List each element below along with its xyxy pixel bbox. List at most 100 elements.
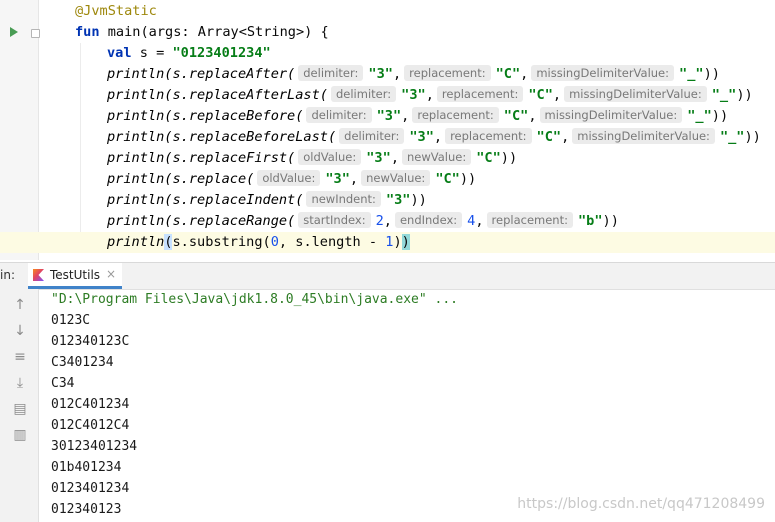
member-call: (s.replaceFirst( <box>164 150 296 166</box>
arg-value: "3" <box>401 87 426 103</box>
code-line-call[interactable]: println(s.replaceFirst(oldValue: "3", newV… <box>0 148 775 169</box>
console-line: 012340123 <box>51 502 122 517</box>
arg-value: "C" <box>495 66 521 82</box>
code-line-call[interactable]: println(s.replace(oldValue: "3", newValue:… <box>0 169 775 190</box>
param-hint: replacement: <box>436 86 524 102</box>
arg-value: "3" <box>409 129 434 145</box>
up-arrow-icon[interactable]: ↑ <box>12 297 28 313</box>
arg-value: "C" <box>503 108 529 124</box>
println-fn: println <box>107 66 165 82</box>
println-fn: println <box>107 129 165 145</box>
member-call: (s.replaceBefore( <box>164 108 304 124</box>
string-literal: "0123401234" <box>172 45 271 61</box>
arg-value: "_" <box>711 87 737 103</box>
code-line-call[interactable]: println(s.replaceRange(startIndex: 2, endI… <box>0 211 775 232</box>
annotation-text: @JvmStatic <box>75 3 157 19</box>
paren-close: ) <box>393 234 402 250</box>
tab-label: TestUtils <box>50 268 101 282</box>
arg-value: "_" <box>687 108 712 124</box>
run-toolbar: ↑ ↓ ≡ ⤓ ▤ ▥ <box>0 289 39 522</box>
console-line: 0123401234 <box>51 481 130 496</box>
arg-separator: )) <box>736 87 753 103</box>
member-call: (s.replaceAfter( <box>164 66 296 82</box>
console-output[interactable]: "D:\Program Files\Java\jdk1.8.0_45\bin\j… <box>38 289 775 522</box>
param-hint: replacement: <box>404 65 491 81</box>
code-editor[interactable]: @JvmStatic fun main(args: Array<String>)… <box>0 0 775 260</box>
param-hint: missingDelimiterValue: <box>572 128 715 144</box>
param-hint: missingDelimiterValue: <box>564 86 707 102</box>
console-line: 012340123C <box>51 334 130 349</box>
param-hint: startIndex: <box>298 212 371 228</box>
code-line-call[interactable]: println(s.replaceAfter(delimiter: "3", rep… <box>0 64 775 85</box>
param-hint: missingDelimiterValue: <box>539 107 683 123</box>
println-fn: println <box>107 234 165 250</box>
arg-value: "C" <box>536 129 562 145</box>
arg-separator: )) <box>703 66 720 82</box>
arg-separator: , <box>561 129 570 145</box>
console-line: 01b401234 <box>51 460 122 475</box>
arg-separator: , <box>390 150 399 166</box>
console-line: 012C401234 <box>51 397 130 412</box>
param-hint: replacement: <box>445 128 532 144</box>
code-line-call[interactable]: println(s.replaceBefore(delimiter: "3", re… <box>0 106 775 127</box>
arg-value: 2 <box>375 213 384 229</box>
print-icon[interactable]: ▤ <box>12 401 28 417</box>
paren-close-matched: ) <box>401 234 410 250</box>
soft-wrap-icon[interactable]: ≡ <box>12 349 28 365</box>
code-line-call[interactable]: println(s.replaceIndent(newIndent: "3")) <box>0 190 775 211</box>
member-call: (s.replaceAfterLast( <box>164 87 328 103</box>
arg-separator: , <box>349 171 359 187</box>
member-call: (s.replaceRange( <box>164 213 296 229</box>
param-hint: newIndent: <box>306 191 381 207</box>
arg-value: "3" <box>368 66 393 82</box>
val-decl: s = <box>131 45 173 61</box>
code-line-call[interactable]: println(s.replaceBeforeLast(delimiter: "3… <box>0 127 775 148</box>
substring-call: s.substring( <box>172 234 271 250</box>
arg-value: "_" <box>719 129 745 145</box>
arg-value: "b" <box>577 213 603 229</box>
trash-icon[interactable]: ▥ <box>12 427 28 443</box>
main-signature: main(args: Array<String>) { <box>99 24 329 40</box>
watermark: https://blog.csdn.net/qq471208499 <box>517 496 765 512</box>
println-fn: println <box>107 87 165 103</box>
println-fn: println <box>107 171 165 187</box>
println-fn: println <box>107 192 165 208</box>
run-tabbar: in: TestUtils × <box>0 262 775 290</box>
code-line-annotation[interactable]: @JvmStatic <box>0 1 775 22</box>
code-line-val[interactable]: val s = "0123401234" <box>0 43 775 64</box>
param-hint: oldValue: <box>298 149 362 165</box>
arg-value: "C" <box>435 171 460 187</box>
console-command: "D:\Program Files\Java\jdk1.8.0_45\bin\j… <box>51 292 458 307</box>
param-hint: endIndex: <box>394 212 463 228</box>
code-line-call[interactable]: println(s.replaceAfterLast(delimiter: "3"… <box>0 85 775 106</box>
println-fn: println <box>107 108 165 124</box>
arg-separator: , <box>552 87 562 103</box>
arg-value: "3" <box>325 171 350 187</box>
arg-separator: )) <box>744 129 761 145</box>
arg-value: "3" <box>366 150 391 166</box>
member-call: (s.replace( <box>164 171 255 187</box>
tab-testutils[interactable]: TestUtils × <box>28 263 122 289</box>
run-panel[interactable]: in: TestUtils × ↑ ↓ ≡ ⤓ ▤ ▥ "D:\Program … <box>0 262 775 522</box>
arg-separator: , <box>528 108 537 124</box>
down-arrow-icon[interactable]: ↓ <box>12 323 28 339</box>
number-literal: 0 <box>270 234 279 250</box>
scroll-to-end-icon[interactable]: ⤓ <box>12 375 28 391</box>
arg-value: "3" <box>376 108 402 124</box>
arg-separator: )) <box>602 213 619 229</box>
console-line: 0123C <box>51 313 91 328</box>
param-hint: replacement: <box>486 212 573 228</box>
arg-value: "3" <box>385 192 411 208</box>
code-line-current[interactable]: println(s.substring(0, s.length - 1)) <box>0 232 775 253</box>
println-fn: println <box>107 213 165 229</box>
keyword-fun: fun <box>75 24 100 40</box>
length-expr: , s.length - <box>278 234 386 250</box>
arg-separator: )) <box>410 192 427 208</box>
arg-separator: )) <box>459 171 477 187</box>
close-icon[interactable]: × <box>106 267 116 281</box>
keyword-val: val <box>107 45 132 61</box>
run-tab-prefix: in: <box>0 268 15 282</box>
code-line-main[interactable]: fun main(args: Array<String>) { <box>0 22 775 43</box>
println-fn: println <box>107 150 165 166</box>
arg-separator: , <box>475 213 484 229</box>
